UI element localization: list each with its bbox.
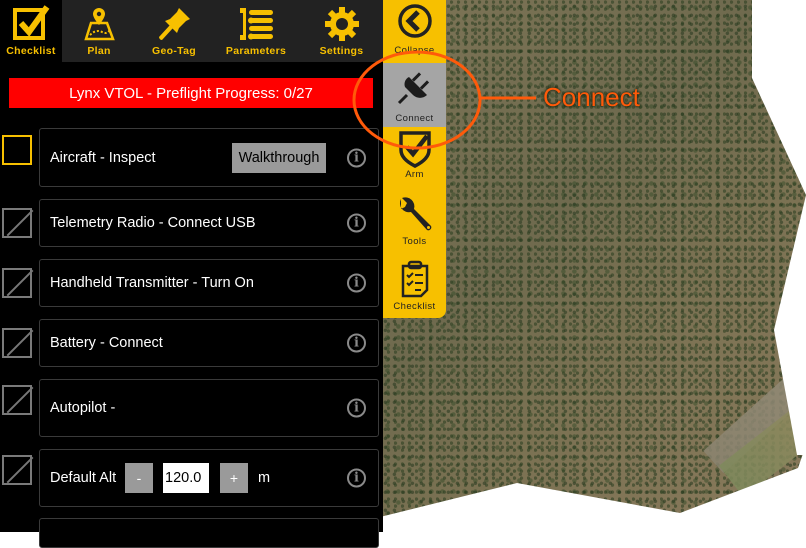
tab-checklist[interactable]: Checklist	[0, 0, 62, 62]
pushpin-icon	[159, 8, 190, 40]
info-icon[interactable]: i	[347, 398, 366, 418]
tab-settings-label: Settings	[319, 45, 364, 57]
walkthrough-button[interactable]: Walkthrough	[232, 142, 326, 173]
arm-button[interactable]: Arm	[383, 130, 446, 188]
tab-parameters[interactable]: Parameters	[212, 0, 300, 62]
item-label: Autopilot -	[50, 400, 116, 416]
item-checkbox-disabled[interactable]	[2, 385, 34, 415]
checklist-panel: Checklist Plan Geo-Tag Parameters Settin…	[0, 0, 383, 548]
checklist-item: Autopilot - i	[0, 379, 383, 437]
info-icon[interactable]: i	[347, 468, 366, 488]
tree-list-icon	[240, 8, 273, 40]
tool-sidebar: Collapse Connect Arm Tools Checklist	[383, 0, 446, 318]
plug-icon	[397, 72, 429, 105]
alt-decrement-button[interactable]: -	[125, 463, 153, 493]
arm-label: Arm	[405, 169, 424, 180]
connect-button[interactable]: Connect	[383, 63, 446, 127]
tab-plan-label: Plan	[87, 45, 111, 57]
clipboard-icon	[401, 260, 428, 298]
preflight-progress-banner: Lynx VTOL - Preflight Progress: 0/27	[9, 78, 373, 108]
chevron-left-circle-icon	[397, 4, 432, 38]
checklist-item	[0, 518, 383, 548]
disabled-slash-icon	[6, 329, 34, 357]
tab-plan[interactable]: Plan	[62, 0, 136, 62]
item-checkbox-disabled[interactable]	[2, 328, 34, 358]
tab-geo-tag[interactable]: Geo-Tag	[136, 0, 212, 62]
item-checkbox[interactable]	[2, 135, 32, 165]
alt-increment-button[interactable]: +	[220, 463, 248, 493]
item-label: Telemetry Radio - Connect USB	[50, 215, 256, 231]
checklist-item: Aircraft - Inspect Walkthrough i	[0, 128, 383, 187]
tab-parameters-label: Parameters	[225, 45, 287, 57]
checklist-item: Handheld Transmitter - Turn On i	[0, 259, 383, 307]
checklist-item: Default Alt - + m i	[0, 449, 383, 507]
map-pin-icon	[84, 8, 115, 41]
default-alt-label: Default Alt	[50, 470, 117, 486]
default-alt-input[interactable]	[163, 463, 209, 493]
item-card[interactable]: Battery - Connect i	[39, 319, 379, 367]
checkbox-icon	[13, 5, 50, 40]
item-card[interactable]: Aircraft - Inspect Walkthrough i	[39, 128, 379, 187]
alt-unit: m	[258, 470, 271, 486]
disabled-slash-icon	[6, 269, 34, 297]
item-label: Battery - Connect	[50, 335, 163, 351]
connect-label: Connect	[395, 113, 434, 124]
item-label: Handheld Transmitter - Turn On	[50, 275, 254, 291]
collapse-label: Collapse	[394, 45, 435, 56]
info-icon[interactable]: i	[347, 213, 366, 233]
gear-icon	[324, 7, 359, 41]
callout-label: Connect	[543, 82, 640, 112]
disabled-slash-icon	[6, 386, 34, 414]
item-checkbox-disabled[interactable]	[2, 455, 34, 485]
checklist-item: Telemetry Radio - Connect USB i	[0, 199, 383, 247]
item-checkbox-disabled[interactable]	[2, 208, 34, 238]
checklist-item: Battery - Connect i	[0, 319, 383, 367]
item-checkbox-disabled[interactable]	[2, 268, 34, 298]
tab-settings[interactable]: Settings	[300, 0, 383, 62]
item-card[interactable]	[39, 518, 379, 548]
tools-label: Tools	[402, 236, 427, 247]
tools-button[interactable]: Tools	[383, 195, 446, 253]
wrench-icon	[399, 197, 431, 231]
item-card[interactable]: Autopilot - i	[39, 379, 379, 437]
shield-check-icon	[398, 131, 431, 168]
tab-geo-tag-label: Geo-Tag	[152, 45, 196, 57]
top-toolbar: Checklist Plan Geo-Tag Parameters Settin…	[0, 0, 383, 62]
item-card[interactable]: Default Alt - + m i	[39, 449, 379, 507]
info-icon[interactable]: i	[347, 148, 366, 167]
disabled-slash-icon	[6, 209, 34, 237]
info-icon[interactable]: i	[347, 333, 366, 353]
item-card[interactable]: Telemetry Radio - Connect USB i	[39, 199, 379, 247]
item-card[interactable]: Handheld Transmitter - Turn On i	[39, 259, 379, 307]
item-label: Aircraft - Inspect	[50, 149, 156, 166]
info-icon[interactable]: i	[347, 273, 366, 293]
sidebar-checklist-button[interactable]: Checklist	[383, 260, 446, 316]
tab-checklist-label: Checklist	[6, 45, 56, 57]
disabled-slash-icon	[6, 456, 34, 484]
collapse-button[interactable]: Collapse	[383, 3, 446, 63]
sidebar-checklist-label: Checklist	[393, 301, 436, 312]
